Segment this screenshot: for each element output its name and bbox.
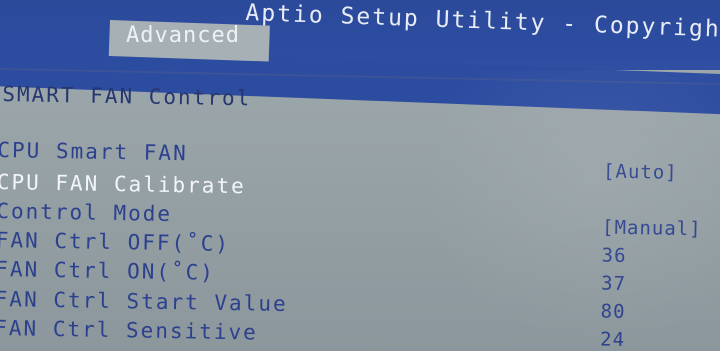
setting-cpu-smart-fan[interactable]: CPU Smart FAN <box>0 138 188 165</box>
setting-fan-ctrl-on[interactable]: FAN Ctrl ON(˚C) <box>0 257 215 285</box>
value-fan-ctrl-off[interactable]: 36 <box>601 245 626 267</box>
setting-fan-ctrl-off[interactable]: FAN Ctrl OFF(˚C) <box>0 228 230 256</box>
setting-cpu-fan-calibrate[interactable]: CPU FAN Calibrate <box>0 170 246 198</box>
setting-fan-ctrl-start-value[interactable]: FAN Ctrl Start Value <box>0 287 288 316</box>
bios-screen: Advanced Aptio Setup Utility - Copyright… <box>0 0 720 351</box>
value-control-mode[interactable]: [Manual] <box>602 217 702 241</box>
value-cpu-fan-calibrate[interactable]: [Auto] <box>603 161 678 184</box>
settings-panel: SMART FAN Control CPU Smart FAN CPU FAN … <box>0 0 720 351</box>
value-fan-ctrl-on[interactable]: 37 <box>601 273 626 295</box>
setting-fan-ctrl-sensitive[interactable]: FAN Ctrl Sensitive <box>0 316 258 345</box>
setting-control-mode[interactable]: Control Mode <box>0 199 172 226</box>
value-fan-ctrl-sensitive[interactable]: 24 <box>600 329 625 351</box>
value-fan-ctrl-start-value[interactable]: 80 <box>600 301 625 323</box>
section-title: SMART FAN Control <box>2 82 252 111</box>
